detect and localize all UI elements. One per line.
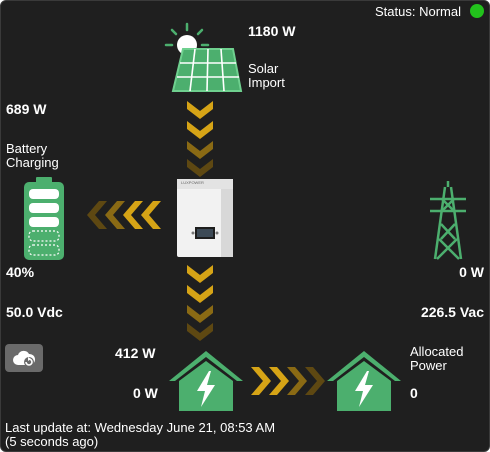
solar-power-value: 1180 W xyxy=(248,23,296,39)
load-flow-arrows xyxy=(187,265,213,341)
solar-label-line2: Import xyxy=(248,75,285,90)
last-update-line1: Last update at: Wednesday June 21, 08:53… xyxy=(5,420,276,435)
last-update-line2: (5 seconds ago) xyxy=(5,434,99,449)
allocated-flow-arrows xyxy=(251,367,325,395)
allocated-value: 0 xyxy=(410,385,418,401)
load-power-value: 412 W xyxy=(115,345,156,361)
house-icon xyxy=(169,351,243,411)
battery-label-line2: Charging xyxy=(6,155,59,170)
transmission-tower-icon xyxy=(430,181,466,260)
battery-voltage: 50.0 Vdc xyxy=(6,304,63,320)
allocated-label-line2: Power xyxy=(410,358,447,373)
battery-power-value: 689 W xyxy=(6,101,47,117)
solar-panel-icon xyxy=(171,48,243,92)
inverter-icon xyxy=(177,179,233,257)
cloud-refresh-icon xyxy=(13,350,36,367)
energy-flow-card: Status: Normal 1180 W Solar Import 689 W… xyxy=(0,0,490,452)
status-dot-icon xyxy=(470,4,484,18)
status-text: Status: Normal xyxy=(375,4,461,19)
solar-label-line1: Solar xyxy=(248,61,279,76)
battery-label-line1: Battery xyxy=(6,141,48,156)
battery-flow-arrows xyxy=(87,201,161,229)
solar-flow-arrows xyxy=(187,101,213,177)
last-update: Last update at: Wednesday June 21, 08:53… xyxy=(5,421,275,449)
cloud-refresh-button[interactable] xyxy=(5,344,43,372)
battery-icon xyxy=(24,177,64,260)
battery-soc: 40% xyxy=(6,264,35,280)
allocated-house-icon xyxy=(327,351,401,411)
allocated-label-line1: Allocated xyxy=(410,344,464,359)
load-secondary-power: 0 W xyxy=(133,385,158,401)
grid-voltage: 226.5 Vac xyxy=(420,304,484,320)
inverter-brand: LUXPOWER xyxy=(181,180,204,185)
grid-power-value: 0 W xyxy=(459,264,484,280)
